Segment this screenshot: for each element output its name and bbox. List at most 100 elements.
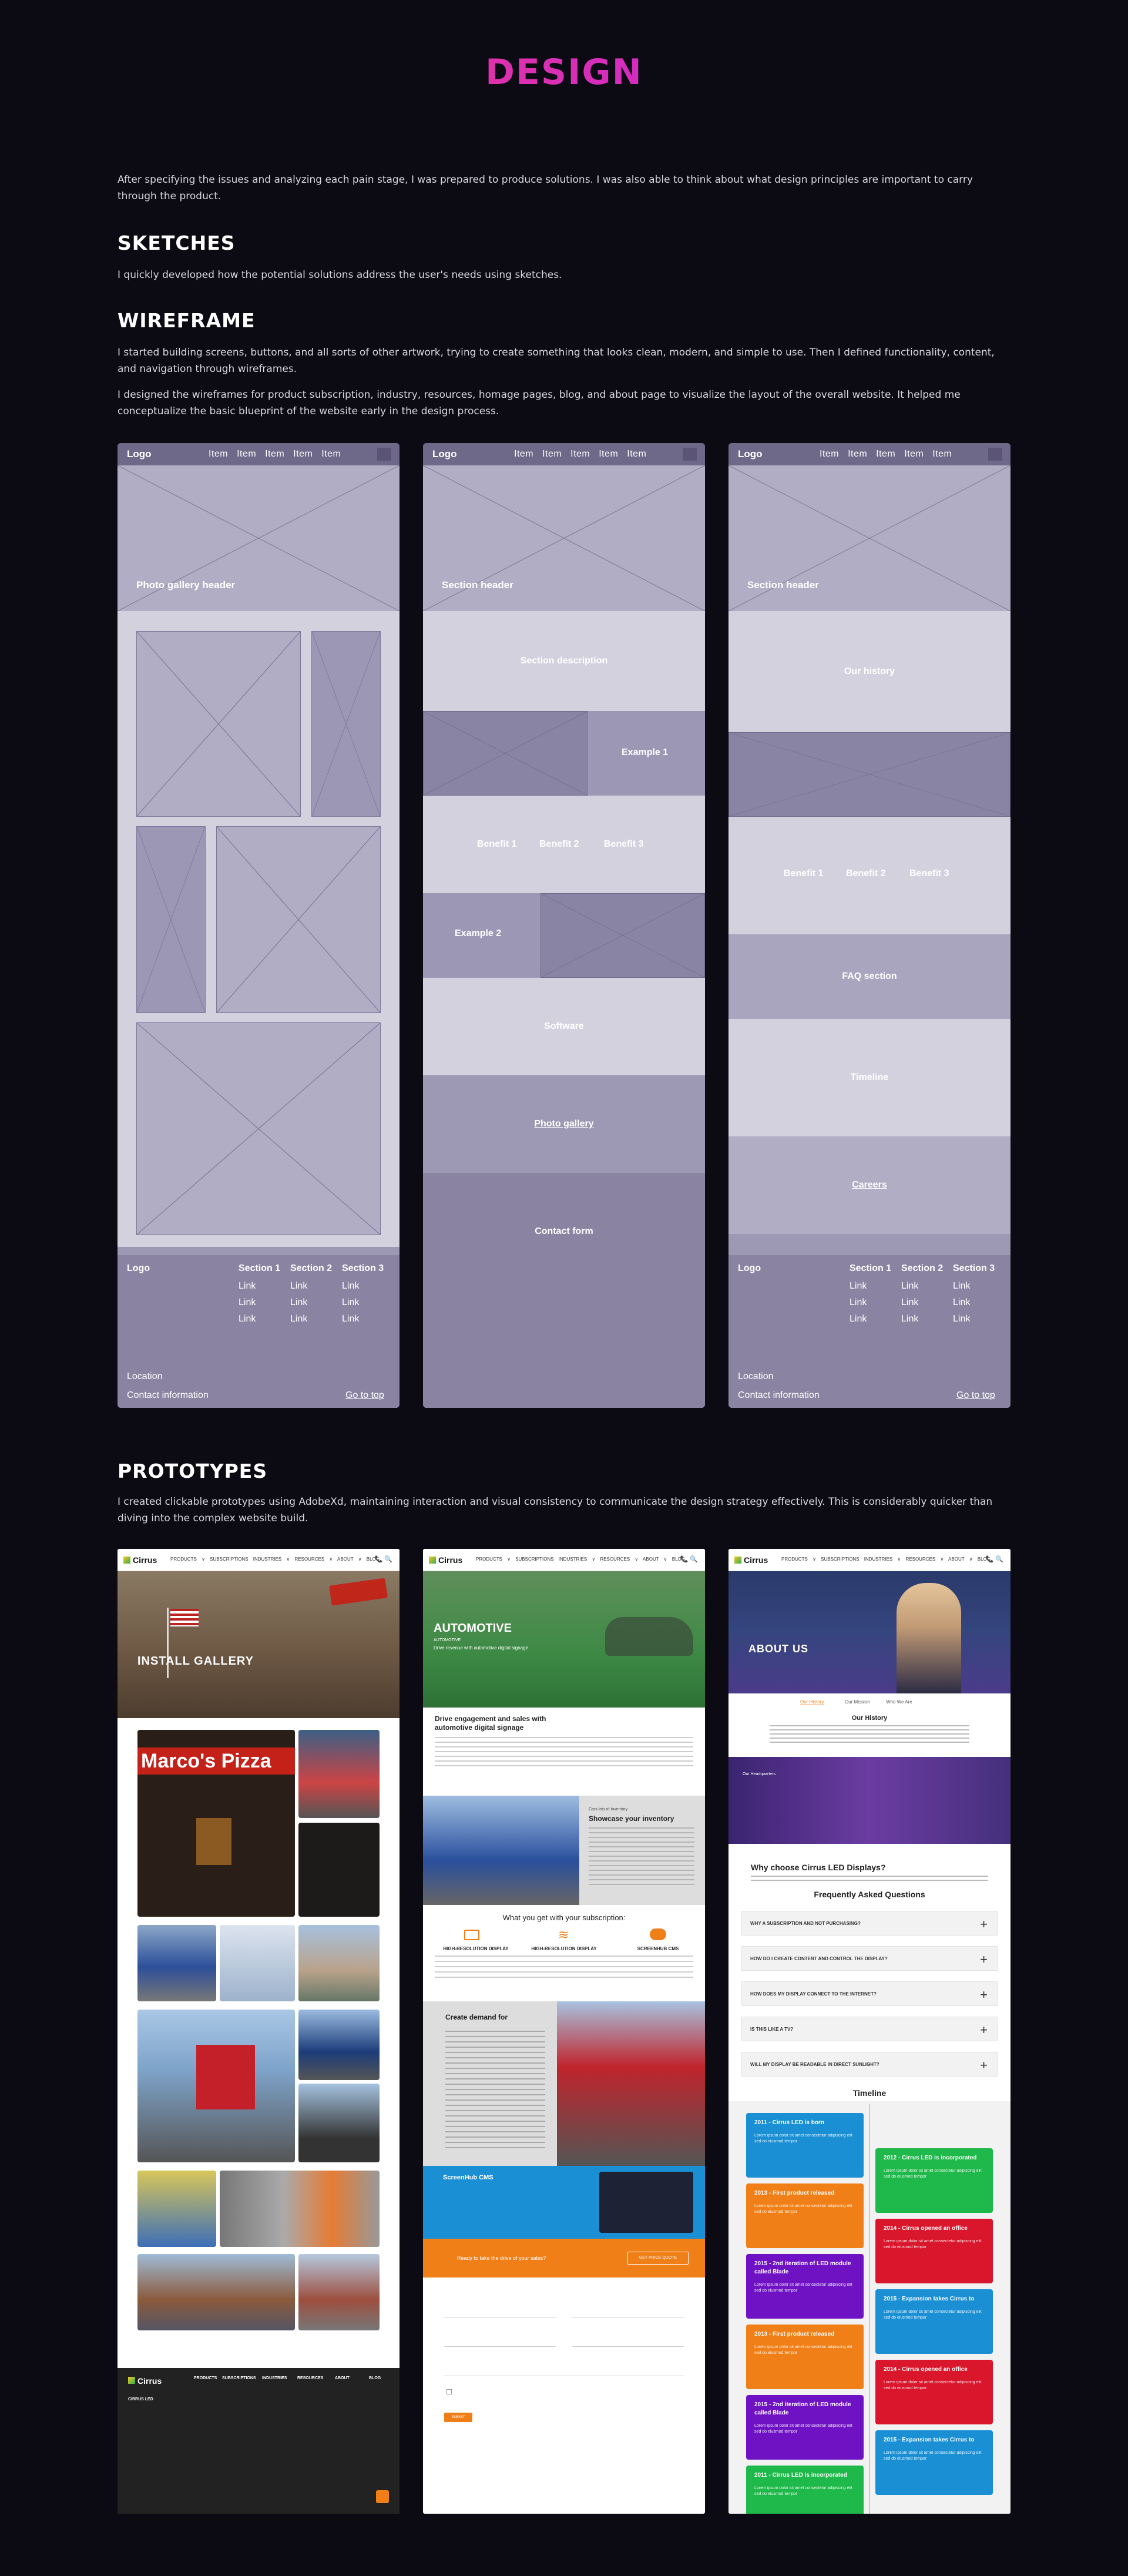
brand-logo[interactable]: Cirrus [429, 1555, 462, 1565]
gallery-photo[interactable] [220, 1925, 295, 2001]
gallery-photo[interactable] [298, 2010, 380, 2080]
sketches-text: I quickly developed how the potential so… [118, 269, 562, 281]
go-to-top-link[interactable]: Go to top [345, 1390, 384, 1401]
cms-title: ScreenHub CMS [443, 2174, 494, 2181]
gallery-photo[interactable] [137, 2171, 216, 2247]
brand-logo[interactable]: Cirrus [734, 1555, 768, 1565]
benefit-2: Benefit 2 [846, 868, 886, 878]
quote-button[interactable]: GET PRICE QUOTE [627, 2252, 689, 2265]
footer-link[interactable]: Link [850, 1281, 867, 1292]
demand-title: Create demand for [445, 2013, 508, 2021]
hero-subtitle: Drive revenue with automotive digital si… [434, 1645, 528, 1651]
footer-link[interactable]: Link [953, 1297, 970, 1308]
tab-our-mission[interactable]: Our Mission [845, 1699, 870, 1705]
timeline-card-title: 2015 - Expansion takes Cirrus to [884, 2296, 975, 2302]
gallery-photo[interactable] [298, 1730, 380, 1818]
footer-link[interactable]: Link [290, 1314, 307, 1324]
gallery-photo[interactable] [137, 2010, 295, 2162]
gallery-photo[interactable] [298, 2254, 380, 2330]
consent-checkbox[interactable] [446, 2389, 452, 2394]
timeline-card-text: Lorem ipsum dolor sit amet consectetur a… [754, 2283, 852, 2293]
footer-link[interactable]: Link [290, 1281, 307, 1292]
plus-icon: + [980, 1917, 988, 1931]
footer-link[interactable]: Link [290, 1297, 307, 1308]
footer-col-subscriptions[interactable]: SUBSCRIPTIONS [222, 2376, 256, 2380]
main-menu[interactable]: PRODUCTS ∨ SUBSCRIPTIONS INDUSTRIES ∨ RE… [170, 1557, 380, 1562]
photo-gallery-link[interactable]: Photo gallery [423, 1075, 705, 1173]
benefit-3: Benefit 3 [604, 839, 644, 849]
footer-col-products[interactable]: PRODUCTS [194, 2376, 217, 2380]
gallery-photo[interactable] [298, 2084, 380, 2162]
gallery-photo[interactable] [137, 2254, 295, 2330]
careers-link[interactable]: Careers [728, 1136, 1010, 1234]
footer-link[interactable]: Link [901, 1314, 918, 1324]
footer-link[interactable]: Link [953, 1314, 970, 1324]
cirrus-logo-icon [429, 1557, 436, 1564]
faq-question: WILL MY DISPLAY BE READABLE IN DIRECT SU… [750, 2062, 879, 2067]
footer-link[interactable]: Link [850, 1314, 867, 1324]
faq-item[interactable]: WILL MY DISPLAY BE READABLE IN DIRECT SU… [741, 2052, 998, 2077]
gallery-photo[interactable] [137, 1925, 216, 2001]
footer-col-about[interactable]: ABOUT [335, 2376, 350, 2380]
gallery-image-placeholder [311, 631, 381, 817]
footer-col-industries[interactable]: INDUSTRIES [262, 2376, 287, 2380]
contact-form-section: Contact form [423, 1173, 705, 1408]
sketches-heading: SKETCHES [118, 232, 236, 254]
led-sign-image [196, 2045, 255, 2109]
form-field[interactable] [572, 2336, 684, 2347]
timeline-card-title: 2013 - First product released [754, 2190, 835, 2196]
brand-logo[interactable]: Cirrus [123, 1555, 157, 1565]
faq-item[interactable]: HOW DO I CREATE CONTENT AND CONTROL THE … [741, 1946, 998, 1971]
go-to-top-link[interactable]: Go to top [956, 1390, 995, 1401]
wireframe-nav-items: Item Item Item Item Item [209, 449, 341, 459]
footer-link[interactable]: Link [239, 1314, 256, 1324]
phone-search-icons[interactable]: 📞 🔍 [986, 1555, 1003, 1563]
gallery-photo[interactable] [298, 1925, 380, 2001]
hero-kicker: AUTOMOTIVE [434, 1638, 461, 1642]
feature-1: HIGH-RESOLUTION DISPLAY [443, 1946, 509, 1951]
form-field[interactable] [572, 2307, 684, 2317]
form-field[interactable] [444, 2366, 684, 2376]
main-menu[interactable]: PRODUCTS ∨ SUBSCRIPTIONS INDUSTRIES ∨ RE… [476, 1557, 685, 1562]
form-field[interactable] [444, 2307, 556, 2317]
case-study-page: DESIGN After specifying the issues and a… [0, 0, 1128, 2576]
faq-item[interactable]: WHY A SUBSCRIPTION AND NOT PURCHASING? + [741, 1911, 998, 1936]
gallery-photo[interactable] [298, 1823, 380, 1917]
phone-search-icons[interactable]: 📞 🔍 [680, 1555, 698, 1563]
plus-icon: + [980, 1952, 988, 1967]
faq-item[interactable]: HOW DOES MY DISPLAY CONNECT TO THE INTER… [741, 1981, 998, 2006]
timeline-card-title: 2014 - Cirrus opened an office [884, 2225, 968, 2232]
footer-col-blog[interactable]: BLOG [369, 2376, 381, 2380]
back-to-top-button[interactable] [376, 2490, 389, 2503]
tab-our-history[interactable]: Our History [800, 1699, 824, 1705]
footer-link[interactable]: Link [901, 1281, 918, 1292]
submit-button[interactable]: SUBMIT [444, 2413, 472, 2422]
form-field[interactable] [444, 2336, 556, 2347]
wireframe-text-1: I started building screens, buttons, and… [118, 347, 995, 375]
footer-link[interactable]: Link [953, 1281, 970, 1292]
gallery-photo[interactable]: Marco's Pizza [137, 1730, 295, 1917]
faq-item[interactable]: IS THIS LIKE A TV? + [741, 2017, 998, 2041]
footer-location: Location [738, 1371, 774, 1381]
footer-col-resources[interactable]: RESOURCES [297, 2376, 323, 2380]
faq-section: FAQ section [728, 934, 1010, 1019]
footer-link[interactable]: Link [342, 1297, 359, 1308]
footer-link[interactable]: Link [239, 1297, 256, 1308]
main-menu[interactable]: PRODUCTS ∨ SUBSCRIPTIONS INDUSTRIES ∨ RE… [781, 1557, 991, 1562]
gallery-image-placeholder [216, 826, 381, 1013]
brand-name: Cirrus [133, 1555, 157, 1565]
gallery-photo[interactable] [220, 2171, 380, 2247]
footer-link[interactable]: Link [850, 1297, 867, 1308]
footer-link[interactable]: Link [342, 1281, 359, 1292]
footer-link[interactable]: Link [342, 1314, 359, 1324]
footer-link[interactable]: Link [901, 1297, 918, 1308]
timeline-card-title: 2013 - First product released [754, 2331, 835, 2337]
tab-who-we-are[interactable]: Who We Are [886, 1699, 912, 1705]
timeline-card: 2015 - Expansion takes Cirrus to Lorem ip… [875, 2430, 993, 2495]
prototypes-text: I created clickable prototypes using Ado… [118, 1496, 993, 1524]
footer-link[interactable]: Link [239, 1281, 256, 1292]
timeline-card: 2012 - Cirrus LED is incorporated Lorem i… [875, 2148, 993, 2213]
hero-title: AUTOMOTIVE [434, 1622, 512, 1635]
phone-search-icons[interactable]: 📞 🔍 [375, 1555, 392, 1563]
timeline-card-title: 2012 - Cirrus LED is incorporated [884, 2155, 977, 2161]
